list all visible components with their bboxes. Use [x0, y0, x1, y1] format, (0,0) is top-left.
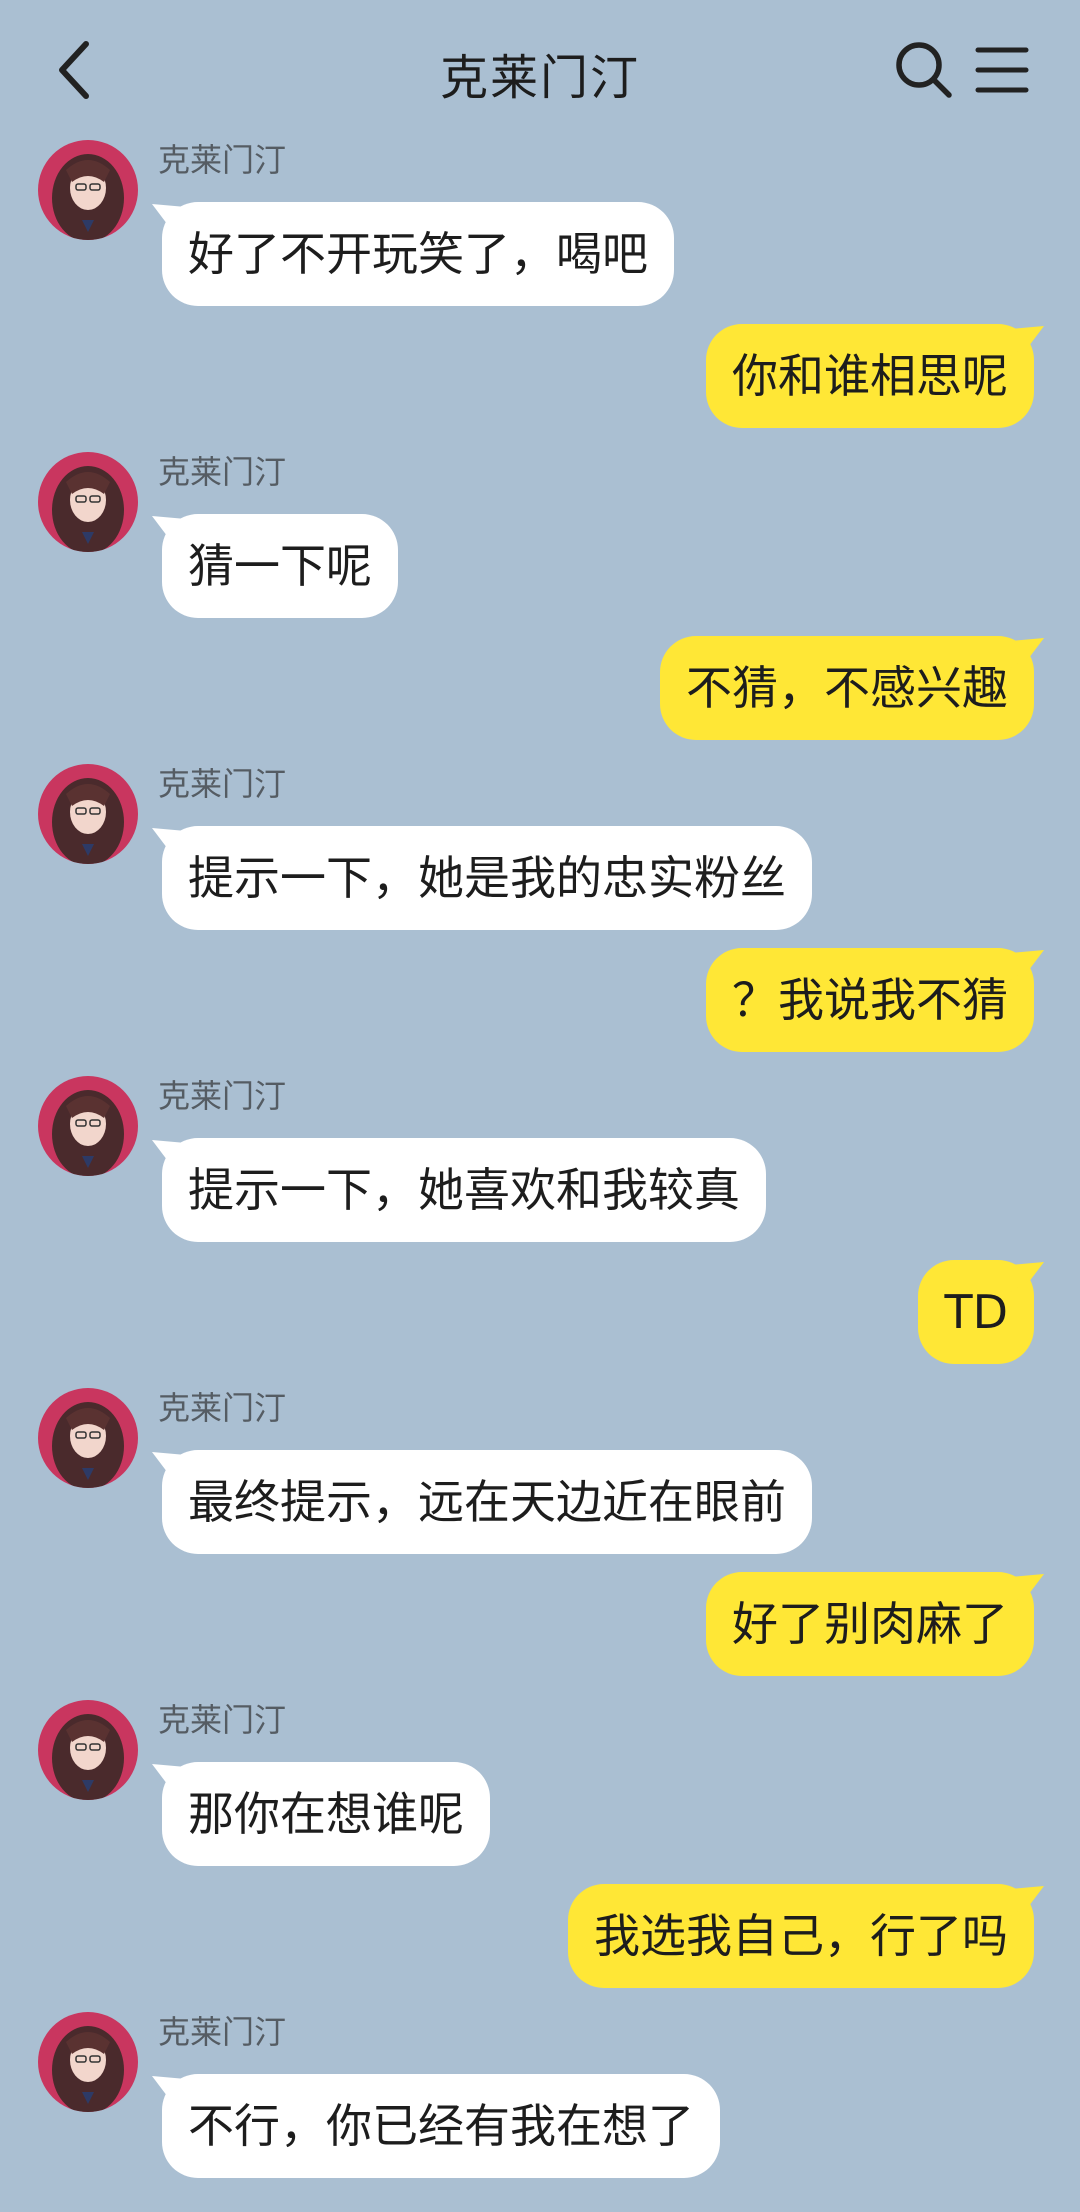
- sender-name: 克莱门汀: [158, 2013, 287, 2051]
- avatar[interactable]: [38, 452, 138, 552]
- incoming-message: 克莱门汀 提示一下，她喜欢和我较真: [0, 1076, 1080, 1276]
- incoming-message: 克莱门汀 猜一下呢: [0, 452, 1080, 652]
- sender-name: 克莱门汀: [158, 1701, 287, 1739]
- incoming-message: 克莱门汀 不行，你已经有我在想了: [0, 2012, 1080, 2212]
- search-icon: [896, 42, 952, 98]
- message-bubble[interactable]: 好了不开玩笑了，喝吧: [162, 202, 674, 306]
- incoming-message: 克莱门汀 提示一下，她是我的忠实粉丝: [0, 764, 1080, 964]
- sender-name: 克莱门汀: [158, 1077, 287, 1115]
- sender-name: 克莱门汀: [158, 453, 287, 491]
- message-bubble[interactable]: 不行，你已经有我在想了: [162, 2074, 720, 2178]
- outgoing-message-bubble[interactable]: 你和谁相思呢: [706, 324, 1034, 428]
- outgoing-message-bubble[interactable]: TD: [918, 1260, 1034, 1364]
- top-bar: 克莱门汀: [0, 0, 1080, 140]
- message-bubble[interactable]: 那你在想谁呢: [162, 1762, 490, 1866]
- message-bubble[interactable]: 最终提示，远在天边近在眼前: [162, 1450, 812, 1554]
- avatar[interactable]: [38, 2012, 138, 2112]
- message-bubble[interactable]: 猜一下呢: [162, 514, 398, 618]
- outgoing-message-bubble[interactable]: ？我说我不猜: [706, 948, 1034, 1052]
- menu-button[interactable]: [974, 42, 1030, 98]
- outgoing-message-bubble[interactable]: 好了别肉麻了: [706, 1572, 1034, 1676]
- menu-icon: [975, 47, 1029, 93]
- incoming-message: 克莱门汀 好了不开玩笑了，喝吧: [0, 140, 1080, 340]
- sender-name: 克莱门汀: [158, 141, 287, 179]
- avatar[interactable]: [38, 764, 138, 864]
- incoming-message: 克莱门汀 最终提示，远在天边近在眼前: [0, 1388, 1080, 1588]
- avatar[interactable]: [38, 140, 138, 240]
- outgoing-message-bubble[interactable]: 我选我自己，行了吗: [568, 1884, 1034, 1988]
- message-bubble[interactable]: 提示一下，她喜欢和我较真: [162, 1138, 766, 1242]
- search-button[interactable]: [892, 38, 956, 102]
- avatar[interactable]: [38, 1076, 138, 1176]
- incoming-message: 克莱门汀 那你在想谁呢: [0, 1700, 1080, 1900]
- outgoing-message-bubble[interactable]: 不猜，不感兴趣: [660, 636, 1034, 740]
- message-bubble[interactable]: 提示一下，她是我的忠实粉丝: [162, 826, 812, 930]
- sender-name: 克莱门汀: [158, 765, 287, 803]
- avatar[interactable]: [38, 1700, 138, 1800]
- avatar[interactable]: [38, 1388, 138, 1488]
- sender-name: 克莱门汀: [158, 1389, 287, 1427]
